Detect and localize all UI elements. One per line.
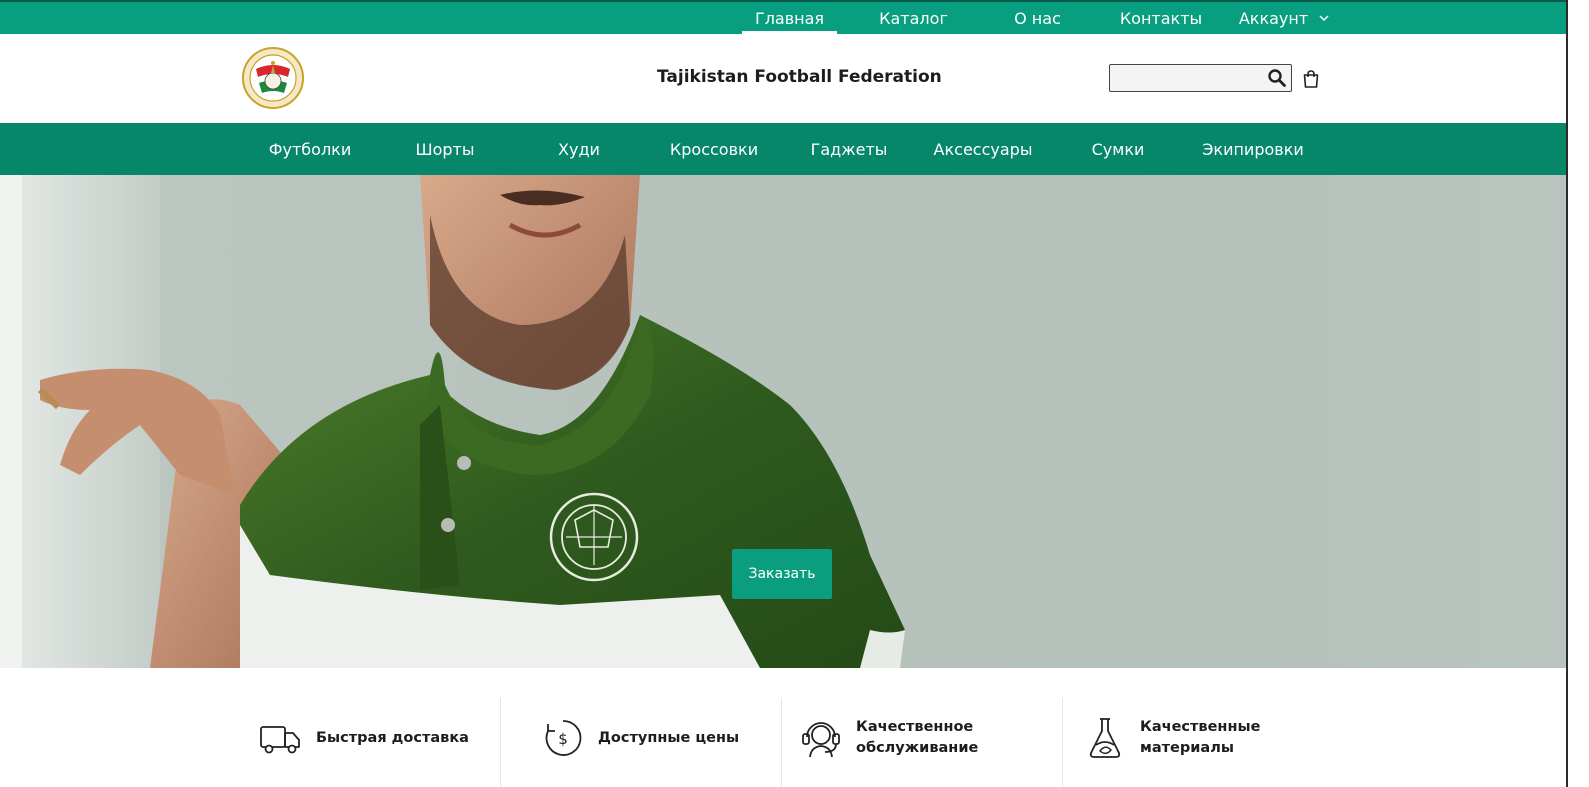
category-accessories[interactable]: Аксессуары [916, 123, 1050, 175]
topnav-contacts-label: Контакты [1119, 8, 1203, 28]
feature-label-line1: Качественное [856, 719, 974, 735]
features-bar: Быстрая доставка $ Доступные цены Качест… [0, 668, 1566, 787]
order-button[interactable]: Заказать [732, 549, 832, 599]
top-bar: Главная Каталог О нас Контакты Аккаунт [0, 0, 1566, 34]
feature-affordable-prices: $ Доступные цены [540, 698, 739, 778]
feature-label: Качественное обслуживание [856, 717, 978, 759]
feature-quality-materials: Качественные материалы [1082, 698, 1260, 778]
delivery-truck-icon [260, 726, 300, 754]
top-navigation: Главная Каталог О нас Контакты Аккаунт [742, 2, 1332, 34]
topnav-account-label: Аккаунт [1238, 8, 1309, 28]
category-gadgets[interactable]: Гаджеты [782, 123, 916, 175]
search-icon[interactable] [1267, 68, 1287, 88]
category-navigation: Футболки Шорты Худи Кроссовки Гаджеты Ак… [0, 123, 1566, 175]
feature-label-line2: материалы [1140, 740, 1234, 756]
feature-label-line2: обслуживание [856, 740, 979, 756]
topnav-account-dropdown[interactable]: Аккаунт [1237, 2, 1332, 34]
feature-divider [1062, 698, 1063, 787]
topnav-home-label: Главная [754, 8, 825, 28]
feature-divider [500, 698, 501, 787]
price-dollar-icon: $ [545, 720, 582, 756]
topnav-catalog-link[interactable]: Каталог [837, 2, 990, 34]
topnav-catalog-label: Каталог [879, 8, 948, 28]
scrollbar-track[interactable] [1566, 0, 1568, 787]
hero-banner: Заказать [0, 175, 1566, 668]
topnav-about-label: О нас [1014, 8, 1061, 28]
category-label: Шорты [415, 139, 475, 159]
page-scrollbar[interactable] [1566, 0, 1589, 787]
category-label: Футболки [268, 139, 352, 159]
federation-logo[interactable] [242, 47, 304, 109]
category-label: Аксессуары [933, 139, 1033, 159]
category-tshirts[interactable]: Футболки [243, 123, 377, 175]
category-label: Худи [558, 139, 600, 159]
category-shorts[interactable]: Шорты [378, 123, 512, 175]
feature-label-line1: Быстрая доставка [316, 729, 469, 746]
chevron-down-icon [1319, 15, 1329, 22]
category-sneakers[interactable]: Кроссовки [647, 123, 781, 175]
category-hoodies[interactable]: Худи [512, 123, 646, 175]
category-bags[interactable]: Сумки [1051, 123, 1185, 175]
search-box [1109, 64, 1292, 92]
feature-label: Быстрая доставка [316, 728, 469, 749]
category-label: Кроссовки [669, 139, 759, 159]
category-label: Сумки [1091, 139, 1145, 159]
category-equipment[interactable]: Экипировки [1186, 123, 1320, 175]
topnav-contacts-link[interactable]: Контакты [1085, 2, 1237, 34]
feature-label-line1: Доступные цены [598, 729, 740, 746]
svg-text:$: $ [558, 730, 568, 748]
feature-fast-delivery: Быстрая доставка [258, 698, 469, 778]
category-label: Гаджеты [810, 139, 888, 159]
shopping-bag-icon[interactable] [1301, 69, 1321, 89]
support-headset-icon [802, 722, 840, 758]
topnav-about-link[interactable]: О нас [990, 2, 1085, 34]
feature-label: Качественные материалы [1140, 717, 1260, 759]
category-label: Экипировки [1202, 139, 1304, 159]
site-header: Tajikistan Football Federation [0, 34, 1566, 123]
feature-label: Доступные цены [598, 728, 739, 749]
search-input[interactable] [1114, 68, 1264, 88]
feature-quality-service: Качественное обслуживание [798, 698, 978, 778]
feature-divider [781, 698, 782, 787]
topnav-home-link[interactable]: Главная [742, 2, 837, 34]
site-title: Tajikistan Football Federation [657, 67, 942, 87]
feature-label-line1: Качественные [1140, 719, 1261, 735]
materials-flask-icon [1089, 718, 1121, 758]
